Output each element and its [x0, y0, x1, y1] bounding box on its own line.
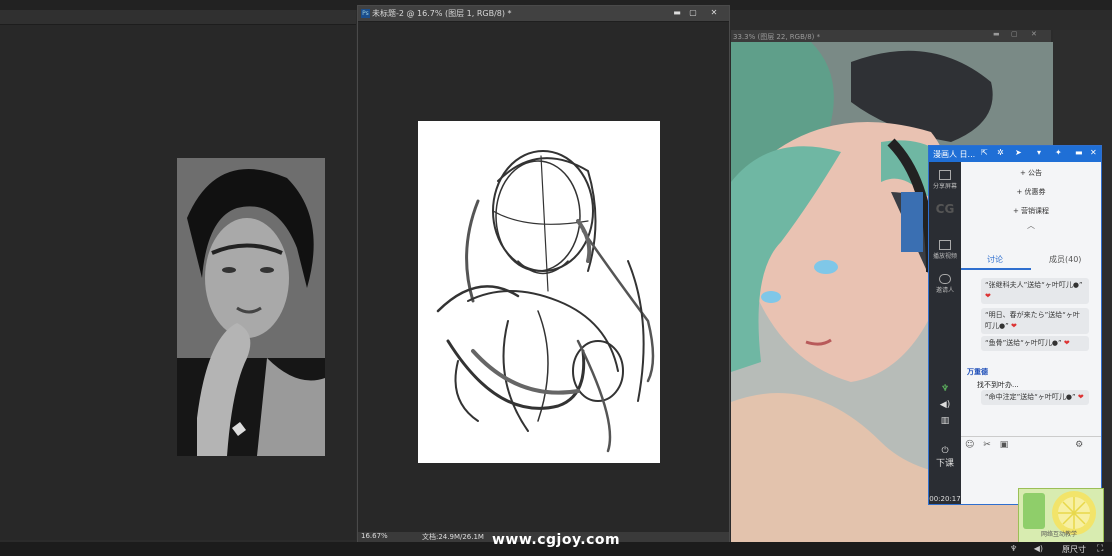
share-screen-label: 分享屏幕 [932, 183, 957, 190]
live-class-chat-panel[interactable]: 漫画人 日... ⇱ ✲ ➤ ▾ ✦ ▬ ✕ 分享屏幕 CG 播放视频 邀请人 … [928, 145, 1102, 505]
class-timer: 00:20:17 [929, 495, 961, 503]
minimize-button[interactable]: ▬ [670, 8, 684, 18]
send-icon[interactable]: ➤ [1015, 148, 1022, 157]
invite-icon [939, 274, 951, 284]
pin-icon[interactable]: ✦ [1055, 148, 1062, 157]
leave-button[interactable]: ⏻ 下课 [929, 446, 961, 469]
speaker-icon[interactable]: ◀) [929, 400, 961, 410]
minimize-button[interactable]: ▬ [993, 30, 1000, 38]
maximize-button[interactable]: ▢ [686, 8, 700, 18]
tab-members[interactable]: 成员(40) [1049, 254, 1081, 265]
bottom-controls: ♆ ◀) [1010, 544, 1043, 553]
chat-sidebar: 分享屏幕 CG 播放视频 邀请人 ♆ ◀) ▥ ⏻ 下课 00:20:17 [929, 162, 961, 504]
play-video-button[interactable]: 播放视频 [929, 240, 961, 260]
active-tab-indicator [961, 268, 1031, 270]
mic-icon[interactable]: ♆ [1010, 544, 1017, 553]
photoshop-icon: Ps [361, 9, 370, 18]
input-divider [961, 436, 1101, 437]
video-thumbnail[interactable]: 网络互动教学 [1018, 488, 1104, 544]
cg-logo: CG [935, 202, 955, 216]
gift-message: “张继科夫人”送给“ヶ叶叮儿●” ❤ [981, 278, 1089, 304]
invite-label: 邀请人 [935, 287, 954, 294]
share-screen-button[interactable]: 分享屏幕 [929, 170, 961, 190]
chat-titlebar[interactable]: 漫画人 日... ⇱ ✲ ➤ ▾ ✦ ▬ ✕ [929, 146, 1101, 162]
close-button[interactable]: ✕ [1031, 30, 1037, 38]
coupon-item[interactable]: + 优惠券 [961, 187, 1101, 197]
announcement-item[interactable]: + 公告 [961, 168, 1101, 178]
chat-title: 漫画人 日... [933, 150, 976, 159]
stats-icon[interactable]: ▥ [929, 416, 961, 426]
close-button[interactable]: ✕ [707, 8, 721, 18]
coupon-label: 优惠券 [1024, 188, 1046, 196]
play-video-icon [939, 240, 951, 250]
message-text: 找不到叶办... [977, 381, 1019, 389]
sketch-canvas[interactable] [418, 121, 660, 463]
paint-window-title: 33.3% (图层 22, RGB/8) * [733, 33, 821, 41]
gift-message: “鱼骨”送给“ヶ叶叮儿●” ❤ [981, 336, 1089, 351]
image-icon[interactable]: ▣ [1000, 440, 1009, 450]
thumbnail-label: 网络互动教学 [1041, 531, 1078, 538]
gear-icon[interactable]: ⚙ [1075, 440, 1083, 450]
photoshop-document-window[interactable]: Ps 未标题-2 @ 16.7% (图层 1, RGB/8) * ▬ ▢ ✕ 1… [357, 5, 730, 542]
paint-window-titlebar[interactable]: 33.3% (图层 22, RGB/8) * ▬ ▢ ✕ [731, 30, 1051, 42]
mic-icon[interactable]: ♆ [929, 384, 961, 394]
original-size-button[interactable]: 原尺寸 [1062, 544, 1086, 555]
gift-message: “命中注定”送给“ヶ叶叮儿●” ❤ [981, 390, 1089, 405]
play-video-label: 播放视频 [932, 253, 957, 260]
collapse-chevron-icon[interactable]: ︿ [961, 220, 1101, 231]
fullscreen-icon[interactable]: ⛶ [1097, 544, 1103, 554]
gift-message: “明日、春が来たら”送给“ヶ叶叮儿●” ❤ [981, 308, 1089, 334]
zoom-level[interactable]: 16.67% [361, 532, 388, 540]
settings-icon[interactable]: ✲ [997, 148, 1004, 157]
marketing-course-label: 营销课程 [1021, 207, 1050, 215]
marketing-course-item[interactable]: + 营销课程 [961, 206, 1101, 216]
message-sender[interactable]: 万重德 [967, 367, 988, 377]
scissors-icon[interactable]: ✂ [983, 440, 991, 450]
watermark: www.cgjoy.com [492, 532, 621, 548]
left-document-titlebar [0, 10, 356, 25]
announcement-label: 公告 [1028, 169, 1043, 177]
plus-icon: + [1012, 207, 1019, 215]
chat-input-toolbar: ☺ ✂ ▣ ⚙ [965, 440, 1083, 450]
chat-main: + 公告 + 优惠券 + 营销课程 ︿ 讨论 成员(40) “张继科夫人”送给“… [961, 162, 1101, 504]
plus-icon: + [1016, 188, 1023, 196]
minimize-button[interactable]: ▬ [1075, 148, 1083, 157]
invite-button[interactable]: 邀请人 [929, 274, 961, 294]
ps-canvas-area[interactable] [358, 22, 729, 532]
close-button[interactable]: ✕ [1090, 148, 1097, 157]
dropdown-icon[interactable]: ▾ [1037, 148, 1041, 157]
power-icon: ⏻ [941, 446, 949, 456]
tab-discussion[interactable]: 讨论 [987, 254, 1003, 265]
reference-photo [177, 158, 325, 456]
share-screen-icon [939, 170, 951, 180]
ps-titlebar[interactable]: Ps 未标题-2 @ 16.7% (图层 1, RGB/8) * ▬ ▢ ✕ [358, 6, 729, 22]
plus-icon: + [1019, 169, 1026, 177]
ps-document-title: 未标题-2 @ 16.7% (图层 1, RGB/8) * [372, 9, 512, 18]
emoji-icon[interactable]: ☺ [965, 440, 974, 450]
share-icon[interactable]: ⇱ [981, 148, 988, 157]
volume-icon[interactable]: ◀) [1034, 544, 1043, 553]
document-size-info[interactable]: 文档:24.9M/26.1M [422, 532, 484, 542]
leave-label: 下课 [935, 459, 954, 469]
maximize-button[interactable]: ▢ [1011, 30, 1018, 38]
